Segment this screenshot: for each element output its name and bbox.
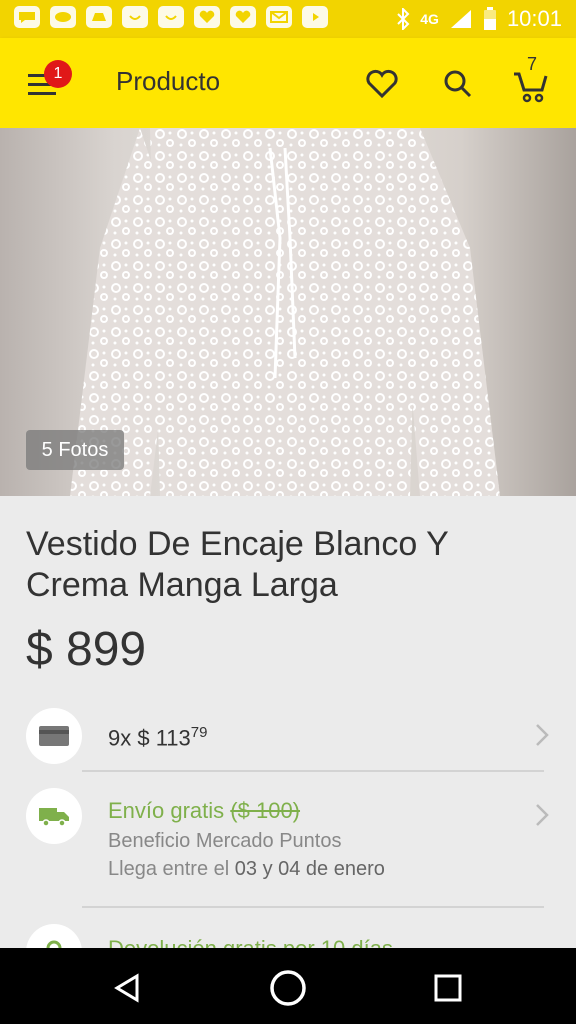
arrival-dates: 03 y 04 de enero xyxy=(234,858,385,880)
free-shipping-text: Envío gratis xyxy=(108,798,225,823)
favorite-button[interactable] xyxy=(360,62,404,106)
battery-icon xyxy=(483,7,496,30)
heart-icon xyxy=(194,6,220,28)
search-button[interactable] xyxy=(436,62,480,106)
notification-icons xyxy=(14,6,328,28)
shipping-label: Envío gratis ($ 100) xyxy=(108,798,300,824)
smile-box-icon xyxy=(158,6,184,28)
system-status: 4G 10:01 xyxy=(396,0,562,38)
cart-count: 7 xyxy=(527,54,538,74)
notification-badge: 1 xyxy=(44,60,72,88)
installments-text: 9x $ 11379 xyxy=(108,724,207,751)
status-bar: 4G 10:01 xyxy=(0,0,576,38)
recents-icon xyxy=(434,974,462,1002)
handshake-icon xyxy=(50,6,76,28)
chevron-right-icon xyxy=(536,804,549,826)
system-nav-bar xyxy=(0,948,576,1024)
shipping-old-price: ($ 100) xyxy=(230,798,301,823)
installments-amount: 9x $ 113 xyxy=(108,725,191,751)
product-details: Vestido De Encaje Blanco Y Crema Manga L… xyxy=(0,496,576,980)
truck-circle xyxy=(26,788,82,844)
home-button[interactable] xyxy=(266,966,310,1010)
product-price: $ 899 xyxy=(26,623,147,676)
heart-icon xyxy=(230,6,256,28)
home-icon xyxy=(270,970,306,1006)
returns-row[interactable]: Devolución gratis por 10 días xyxy=(0,924,576,980)
product-title: Vestido De Encaje Blanco Y Crema Manga L… xyxy=(26,525,449,604)
heart-icon xyxy=(366,69,398,99)
arrival-prefix: Llega entre el xyxy=(108,858,230,880)
shipping-row[interactable]: Envío gratis ($ 100) Beneficio Mercado P… xyxy=(0,788,576,896)
back-icon xyxy=(114,973,139,1003)
shipping-arrival: Llega entre el 03 y 04 de enero xyxy=(108,858,385,881)
bluetooth-icon xyxy=(397,8,410,30)
credit-card-icon xyxy=(39,726,69,746)
truck-icon xyxy=(39,808,69,827)
chevron-right-icon xyxy=(536,724,549,746)
messenger-icon xyxy=(14,6,40,28)
clock: 10:01 xyxy=(506,6,562,31)
app-bar: 1 Producto 7 xyxy=(0,38,576,128)
divider xyxy=(82,906,544,908)
network-type: 4G xyxy=(420,11,439,27)
installments-cents: 79 xyxy=(190,724,208,741)
smile-box-icon xyxy=(122,6,148,28)
signal-icon xyxy=(450,10,471,28)
back-button[interactable] xyxy=(106,966,150,1010)
gmail-icon xyxy=(266,6,292,28)
page-title: Producto xyxy=(116,66,221,96)
youtube-icon xyxy=(302,6,328,28)
recents-button[interactable] xyxy=(426,966,470,1010)
credit-card-circle xyxy=(26,708,82,764)
divider xyxy=(82,770,544,772)
search-icon xyxy=(444,70,472,98)
photo-count-label[interactable]: 5 Fotos xyxy=(26,430,124,470)
installments-row[interactable]: 9x $ 11379 xyxy=(0,702,576,774)
shipping-benefit: Beneficio Mercado Puntos xyxy=(108,830,342,852)
mercadolibre-icon xyxy=(86,6,112,28)
